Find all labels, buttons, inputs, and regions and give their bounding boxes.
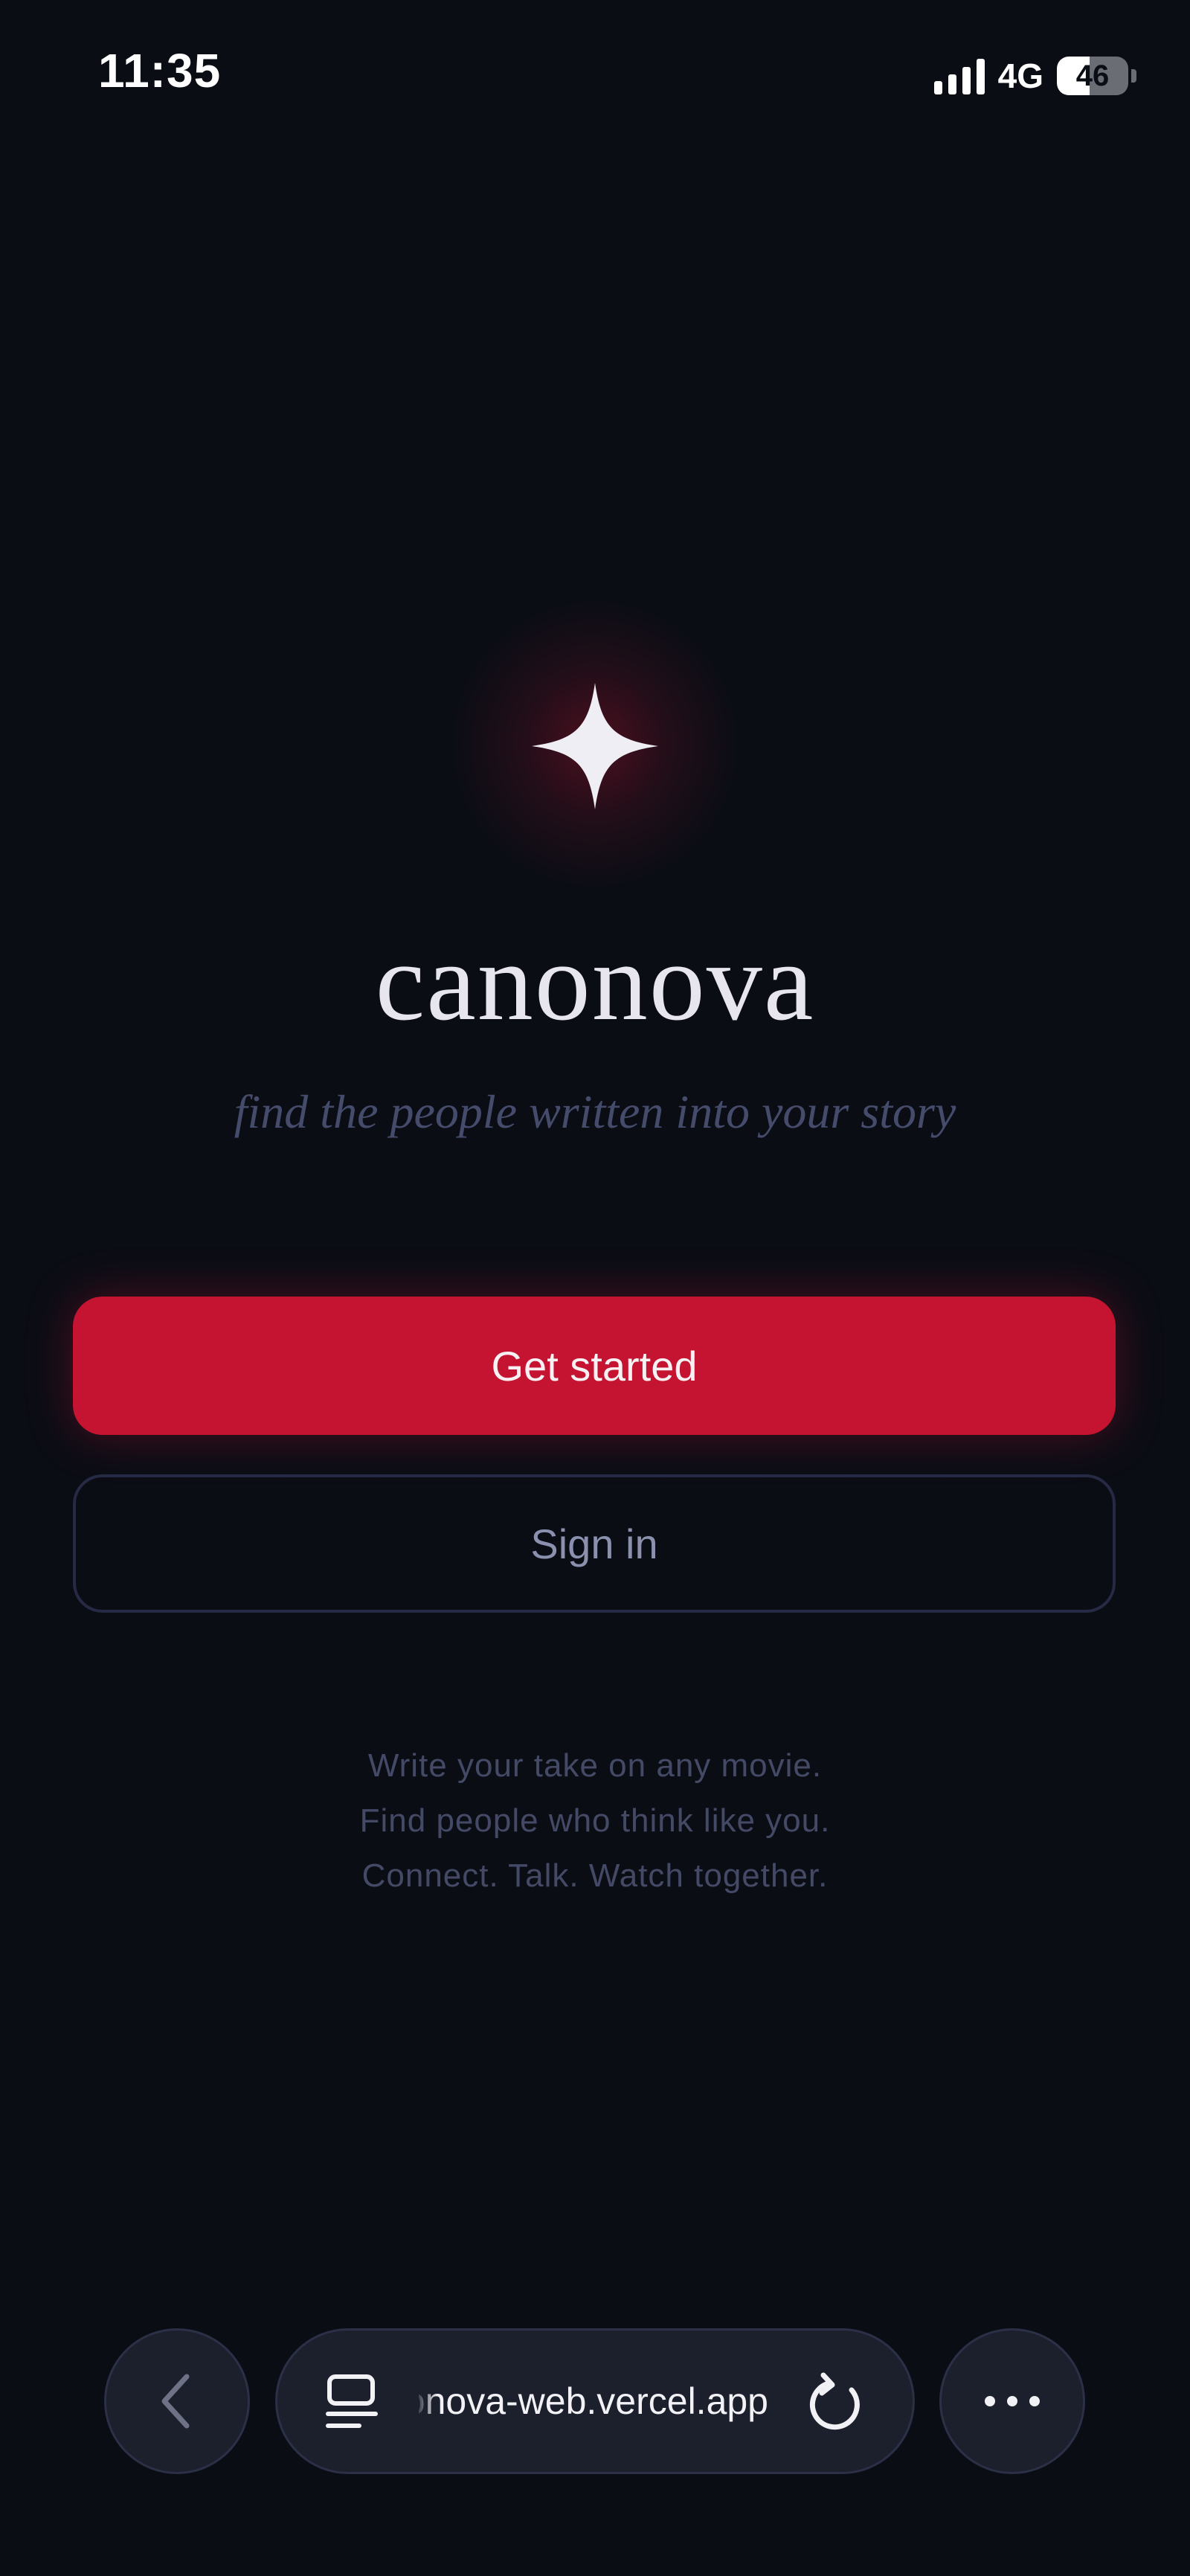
network-label: 4G <box>997 57 1043 95</box>
reload-icon[interactable] <box>805 2372 868 2435</box>
status-indicators: 4G 46 <box>933 54 1136 98</box>
battery-icon: 46 <box>1057 57 1128 95</box>
description-line: Find people who think like you. <box>359 1802 831 1839</box>
url-text: canonova-web.vercel.app <box>419 2380 768 2422</box>
get-started-button[interactable]: Get started <box>73 1297 1116 1435</box>
more-button[interactable] <box>939 2328 1085 2474</box>
tabs-icon <box>326 2374 378 2428</box>
battery-level: 46 <box>1075 59 1110 92</box>
battery-tip <box>1131 69 1136 83</box>
back-chevron-icon <box>161 2374 190 2429</box>
sign-in-button[interactable]: Sign in <box>73 1474 1116 1613</box>
more-icon <box>985 2396 1040 2406</box>
four-point-star-icon <box>532 683 658 809</box>
browser-toolbar: canonova-web.vercel.app <box>0 2321 1190 2485</box>
back-button[interactable] <box>104 2328 250 2474</box>
signal-icon <box>933 57 985 94</box>
description: Write your take on any movie. Find peopl… <box>0 1738 1190 1904</box>
brand-name: canonova <box>375 920 815 1044</box>
status-bar: 11:35 4G 46 <box>0 0 1190 156</box>
tagline: find the people written into your story <box>234 1085 956 1138</box>
address-bar[interactable]: canonova-web.vercel.app <box>275 2328 915 2474</box>
url-fade <box>415 2360 437 2442</box>
description-line: Connect. Talk. Watch together. <box>361 1857 829 1894</box>
description-line: Write your take on any movie. <box>367 1747 823 1784</box>
status-time: 11:35 <box>98 44 222 97</box>
